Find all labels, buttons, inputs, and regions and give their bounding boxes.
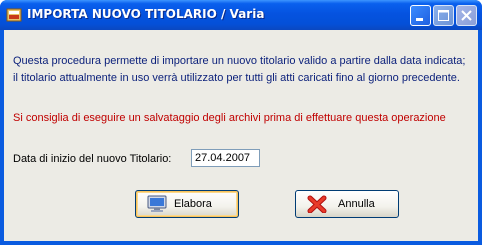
window-title: IMPORTA NUOVO TITOLARIO / Varia (27, 7, 265, 21)
maximize-button[interactable] (433, 5, 454, 26)
red-x-icon (307, 195, 327, 213)
dialog-client-area: Questa procedura permette di importare u… (4, 30, 478, 241)
maximize-icon (438, 10, 449, 21)
annulla-button[interactable]: Annulla (295, 190, 399, 218)
description-line-2: il titolario attualmente in uso verrà ut… (13, 72, 460, 84)
title-bar[interactable]: IMPORTA NUOVO TITOLARIO / Varia (0, 0, 482, 30)
monitor-icon (147, 195, 167, 212)
annulla-label: Annulla (338, 198, 375, 210)
elabora-label: Elabora (174, 198, 212, 210)
close-button[interactable] (456, 5, 477, 26)
close-icon (461, 10, 472, 21)
date-label: Data di inizio del nuovo Titolario: (13, 153, 172, 165)
description-line-1: Questa procedura permette di importare u… (13, 55, 466, 67)
minimize-button[interactable] (410, 5, 431, 26)
start-date-field[interactable]: 27.04.2007 (191, 149, 260, 167)
backup-warning: Si consiglia di eseguire un salvataggio … (13, 112, 446, 124)
minimize-icon (416, 18, 423, 21)
app-icon (6, 8, 22, 22)
elabora-button[interactable]: Elabora (135, 190, 239, 218)
dialog-window: IMPORTA NUOVO TITOLARIO / Varia Questa p… (0, 0, 482, 245)
